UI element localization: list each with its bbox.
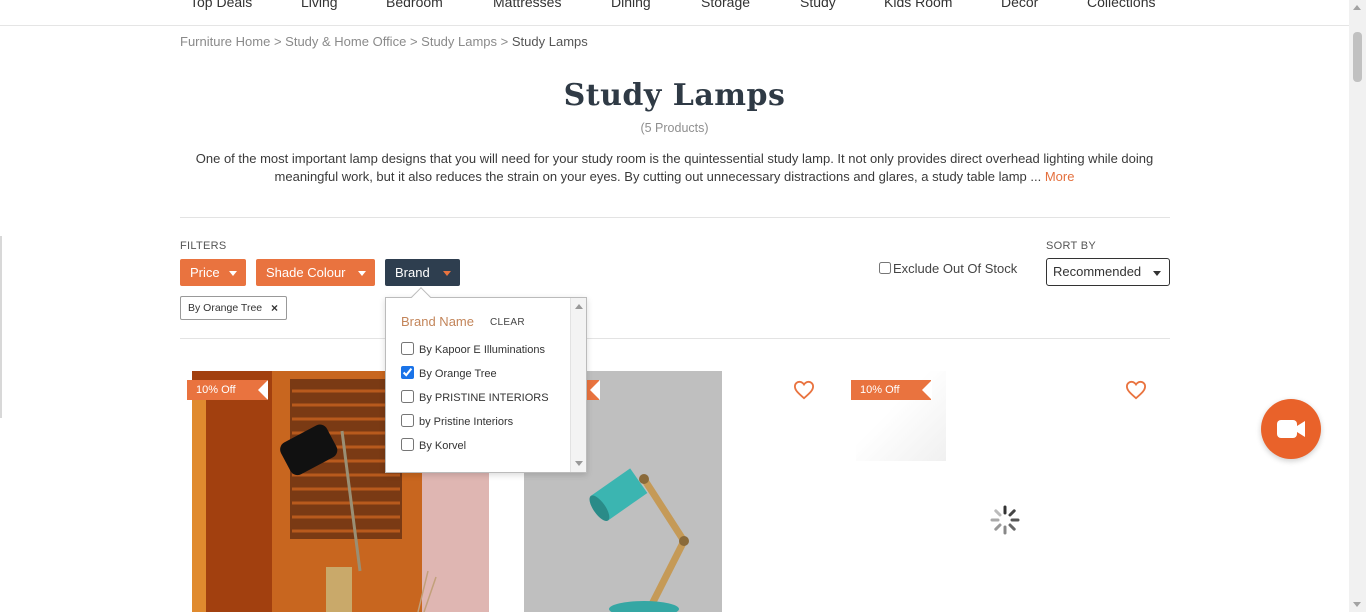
brand-option-checkbox[interactable] <box>401 438 414 451</box>
nav-item-top-deals[interactable]: Top Deals <box>190 0 252 10</box>
nav-item-living[interactable]: Living <box>301 0 338 10</box>
brand-option[interactable]: By PRISTINE INTERIORS <box>401 390 549 404</box>
divider <box>180 217 1170 218</box>
brand-option-checkbox[interactable] <box>401 366 414 379</box>
breadcrumb-study-lamps[interactable]: Study Lamps <box>421 34 497 49</box>
filter-brand-label: Brand <box>395 265 430 280</box>
breadcrumb-current: Study Lamps <box>511 34 588 49</box>
brand-option-label: By Kapoor E Illuminations <box>419 344 545 356</box>
breadcrumb: Furniture Home > Study & Home Office > S… <box>180 34 588 49</box>
brand-option[interactable]: By Kapoor E Illuminations <box>401 342 545 356</box>
nav-item-study[interactable]: Study <box>800 0 836 10</box>
product-count: (5 Products) <box>640 121 709 135</box>
filters-label: FILTERS <box>180 240 227 252</box>
brand-option[interactable]: By Orange Tree <box>401 366 497 380</box>
breadcrumb-furniture-home[interactable]: Furniture Home <box>180 34 270 49</box>
brand-option[interactable]: by Pristine Interiors <box>401 414 513 428</box>
breadcrumb-separator: > <box>409 34 418 49</box>
panel-pointer <box>411 287 431 307</box>
page-scrollbar[interactable] <box>1349 0 1366 612</box>
scroll-down-icon[interactable] <box>1353 602 1361 607</box>
brand-panel-scrollbar[interactable] <box>570 298 586 472</box>
scroll-down-icon[interactable] <box>575 461 583 466</box>
nav-item-storage[interactable]: Storage <box>701 0 750 10</box>
brand-option-label: By Orange Tree <box>419 368 497 380</box>
brand-panel-title: Brand Name <box>401 314 474 329</box>
nav-item-dining[interactable]: Dining <box>611 0 651 10</box>
applied-filter-chip: By Orange Tree × <box>180 296 287 320</box>
exclude-out-of-stock[interactable]: Exclude Out Of Stock <box>879 261 1017 276</box>
top-nav: Top Deals Living Bedroom Mattresses Dini… <box>0 0 1349 26</box>
sort-select[interactable]: Recommended <box>1046 258 1170 286</box>
sort-selected-value: Recommended <box>1053 264 1142 279</box>
scrollbar-thumb[interactable] <box>1353 32 1362 82</box>
applied-filter-label: By Orange Tree <box>188 302 263 314</box>
scroll-up-icon[interactable] <box>575 304 583 309</box>
brand-option[interactable]: By Korvel <box>401 438 466 452</box>
brand-clear-button[interactable]: CLEAR <box>490 317 525 328</box>
brand-option-checkbox[interactable] <box>401 342 414 355</box>
nav-item-decor[interactable]: Decor <box>1001 0 1038 10</box>
breadcrumb-separator: > <box>500 34 509 49</box>
category-description: One of the most important lamp designs t… <box>186 150 1163 186</box>
brand-option-label: By Korvel <box>419 440 467 452</box>
loading-spinner-icon <box>990 505 1020 535</box>
filter-price-label: Price <box>190 265 220 280</box>
brand-option-label: by Pristine Interiors <box>419 416 514 428</box>
breadcrumb-study-home-office[interactable]: Study & Home Office <box>285 34 406 49</box>
filter-shade-colour-label: Shade Colour <box>266 265 346 280</box>
filter-shade-colour-button[interactable]: Shade Colour <box>256 259 375 286</box>
exclude-out-of-stock-label: Exclude Out Of Stock <box>893 261 1018 276</box>
brand-option-checkbox[interactable] <box>401 390 414 403</box>
video-camera-icon <box>1277 420 1305 438</box>
more-link[interactable]: More <box>1045 169 1075 184</box>
discount-tag: 10% Off <box>851 380 932 400</box>
divider <box>180 338 1170 339</box>
exclude-out-of-stock-checkbox[interactable] <box>879 262 891 274</box>
heart-icon[interactable] <box>793 380 815 400</box>
nav-item-bedroom[interactable]: Bedroom <box>386 0 443 10</box>
chevron-down-icon <box>358 271 366 276</box>
video-call-button[interactable] <box>1261 399 1321 459</box>
brand-option-checkbox[interactable] <box>401 414 414 427</box>
brand-filter-panel: Brand Name CLEAR By Kapoor E Illuminatio… <box>385 287 587 473</box>
brand-option-label: By PRISTINE INTERIORS <box>419 392 549 404</box>
scroll-up-icon[interactable] <box>1353 5 1361 10</box>
breadcrumb-separator: > <box>273 34 282 49</box>
chevron-down-icon <box>443 271 451 276</box>
close-icon[interactable]: × <box>271 297 278 319</box>
sort-label: SORT BY <box>1046 240 1096 252</box>
page-title: Study Lamps <box>563 78 786 113</box>
filter-price-button[interactable]: Price <box>180 259 246 286</box>
heart-icon[interactable] <box>1125 380 1147 400</box>
nav-item-collections[interactable]: Collections <box>1087 0 1155 10</box>
filter-brand-button[interactable]: Brand <box>385 259 460 286</box>
nav-item-kids-room[interactable]: Kids Room <box>884 0 952 10</box>
chevron-down-icon <box>229 271 237 276</box>
chevron-down-icon <box>1153 271 1161 276</box>
side-panel-edge <box>0 236 2 418</box>
description-text: One of the most important lamp designs t… <box>195 151 1154 184</box>
nav-item-mattresses[interactable]: Mattresses <box>493 0 561 10</box>
discount-tag: 10% Off <box>187 380 268 400</box>
